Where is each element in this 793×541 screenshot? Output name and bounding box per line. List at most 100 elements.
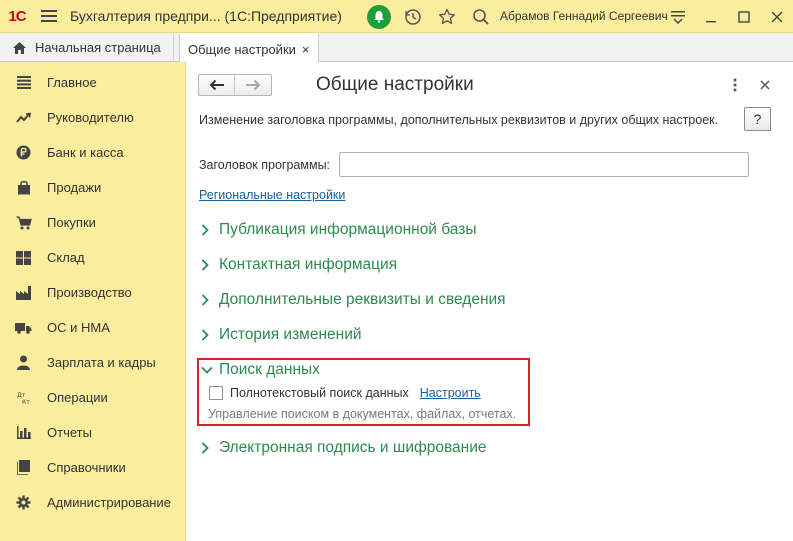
sidebar-item-administration[interactable]: Администрирование: [0, 485, 185, 520]
star-icon: [438, 8, 456, 24]
tab-home-label: Начальная страница: [35, 40, 161, 55]
section-change-history[interactable]: История изменений: [201, 324, 362, 346]
sidebar-item-label: Операции: [47, 390, 108, 405]
hamburger-icon: [41, 10, 57, 22]
sidebar-item-label: Производство: [47, 285, 132, 300]
arrow-left-icon: [209, 79, 224, 91]
close-icon: [771, 11, 782, 22]
person-icon: [0, 355, 47, 370]
section-label: Электронная подпись и шифрование: [219, 439, 487, 456]
home-icon: [12, 41, 27, 55]
history-button[interactable]: [396, 0, 430, 33]
sidebar-item-label: Отчеты: [47, 425, 92, 440]
section-label: Публикация информационной базы: [219, 221, 477, 238]
sidebar-item-reports[interactable]: Отчеты: [0, 415, 185, 450]
description-text: Изменение заголовка программы, дополните…: [199, 113, 719, 127]
sidebar-item-label: Покупки: [47, 215, 96, 230]
sidebar-item-warehouse[interactable]: Склад: [0, 240, 185, 275]
user-name[interactable]: Абрамов Геннадий Сергеевич: [500, 0, 668, 33]
notifications-button[interactable]: [362, 0, 396, 33]
section-label: Дополнительные реквизиты и сведения: [219, 291, 506, 308]
fulltext-search-row: Полнотекстовый поиск данных Настроить: [209, 384, 481, 402]
section-label: Поиск данных: [219, 361, 320, 378]
fulltext-search-label[interactable]: Полнотекстовый поиск данных: [230, 386, 409, 400]
svg-text:Кт: Кт: [22, 399, 30, 405]
window-close-button[interactable]: [760, 0, 793, 33]
fulltext-search-checkbox[interactable]: [209, 386, 223, 400]
maximize-button[interactable]: [727, 0, 760, 33]
back-button[interactable]: [199, 75, 235, 95]
settings-menu-button[interactable]: [661, 0, 694, 33]
sidebar-item-label: Банк и касса: [47, 145, 124, 160]
configure-search-link[interactable]: Настроить: [420, 386, 481, 400]
more-vertical-icon: [733, 78, 737, 92]
chevron-down-icon: [201, 366, 219, 374]
tab-home[interactable]: Начальная страница: [0, 33, 174, 62]
trend-icon: [0, 112, 47, 124]
sidebar-item-label: Продажи: [47, 180, 102, 195]
regional-settings-link[interactable]: Региональные настройки: [199, 188, 345, 202]
sidebar-item-label: Зарплата и кадры: [47, 355, 156, 370]
program-title-label: Заголовок программы:: [199, 158, 331, 172]
tab-general-settings[interactable]: Общие настройки ×: [179, 33, 319, 63]
debit-credit-icon: Дт Кт: [0, 391, 47, 405]
sidebar-item-production[interactable]: Производство: [0, 275, 185, 310]
section-data-search[interactable]: Поиск данных: [201, 359, 320, 381]
sidebar-item-main[interactable]: Главное: [0, 65, 185, 100]
section-publication[interactable]: Публикация информационной базы: [201, 219, 477, 241]
help-button[interactable]: ?: [744, 107, 771, 131]
more-actions-button[interactable]: [727, 75, 743, 95]
menu-list-icon: [0, 76, 47, 89]
forward-button[interactable]: [235, 75, 271, 95]
section-e-signature[interactable]: Электронная подпись и шифрование: [201, 437, 487, 459]
shopping-bag-icon: [0, 180, 47, 195]
gear-icon: [0, 495, 47, 510]
sidebar-item-label: ОС и НМА: [47, 320, 110, 335]
form-close-button[interactable]: [755, 75, 775, 95]
minimize-button[interactable]: [694, 0, 727, 33]
sidebar-item-label: Руководителю: [47, 110, 134, 125]
nav-arrows: [198, 74, 272, 96]
section-additional-attributes[interactable]: Дополнительные реквизиты и сведения: [201, 289, 506, 311]
chevron-right-icon: [201, 259, 219, 271]
warehouse-grid-icon: [0, 250, 47, 265]
main-menu-button[interactable]: [34, 0, 64, 33]
search-hint-text: Управление поиском в документах, файлах,…: [208, 407, 517, 421]
program-title-input[interactable]: [339, 152, 749, 177]
search-icon: [473, 8, 489, 25]
svg-text:Дт: Дт: [17, 392, 26, 399]
section-label: Контактная информация: [219, 256, 398, 273]
bar-chart-icon: [0, 426, 47, 439]
sidebar-item-sales[interactable]: Продажи: [0, 170, 185, 205]
bell-icon: [367, 4, 391, 29]
section-contact-info[interactable]: Контактная информация: [201, 254, 397, 276]
sidebar-item-operations[interactable]: Дт Кт Операции: [0, 380, 185, 415]
cart-icon: [0, 215, 47, 230]
search-button[interactable]: [464, 0, 498, 33]
tabs-bar: Начальная страница Общие настройки ×: [0, 33, 793, 63]
sidebar-item-label: Справочники: [47, 460, 126, 475]
settings-lines-icon: [670, 10, 685, 24]
truck-icon: [0, 322, 47, 334]
favorites-button[interactable]: [430, 0, 464, 33]
chevron-right-icon: [201, 442, 219, 454]
sidebar-item-directories[interactable]: Справочники: [0, 450, 185, 485]
section-label: История изменений: [219, 326, 362, 343]
book-icon: [0, 460, 47, 475]
history-icon: [405, 8, 421, 25]
sidebar-item-label: Склад: [47, 250, 85, 265]
app-title: Бухгалтерия предпри... (1С:Предприятие): [70, 8, 342, 24]
factory-icon: [0, 285, 47, 300]
sidebar-item-purchases[interactable]: Покупки: [0, 205, 185, 240]
sidebar-item-label: Администрирование: [47, 495, 171, 510]
tab-general-settings-label: Общие настройки: [188, 41, 296, 57]
ruble-coin-icon: [0, 145, 47, 160]
tab-close-icon[interactable]: ×: [302, 42, 310, 57]
maximize-icon: [737, 10, 750, 23]
close-icon: [760, 80, 770, 90]
sidebar-item-bank[interactable]: Банк и касса: [0, 135, 185, 170]
sidebar-item-payroll[interactable]: Зарплата и кадры: [0, 345, 185, 380]
sidebar-item-manager[interactable]: Руководителю: [0, 100, 185, 135]
app-logo[interactable]: 1С: [0, 0, 34, 33]
sidebar-item-fixed-assets[interactable]: ОС и НМА: [0, 310, 185, 345]
